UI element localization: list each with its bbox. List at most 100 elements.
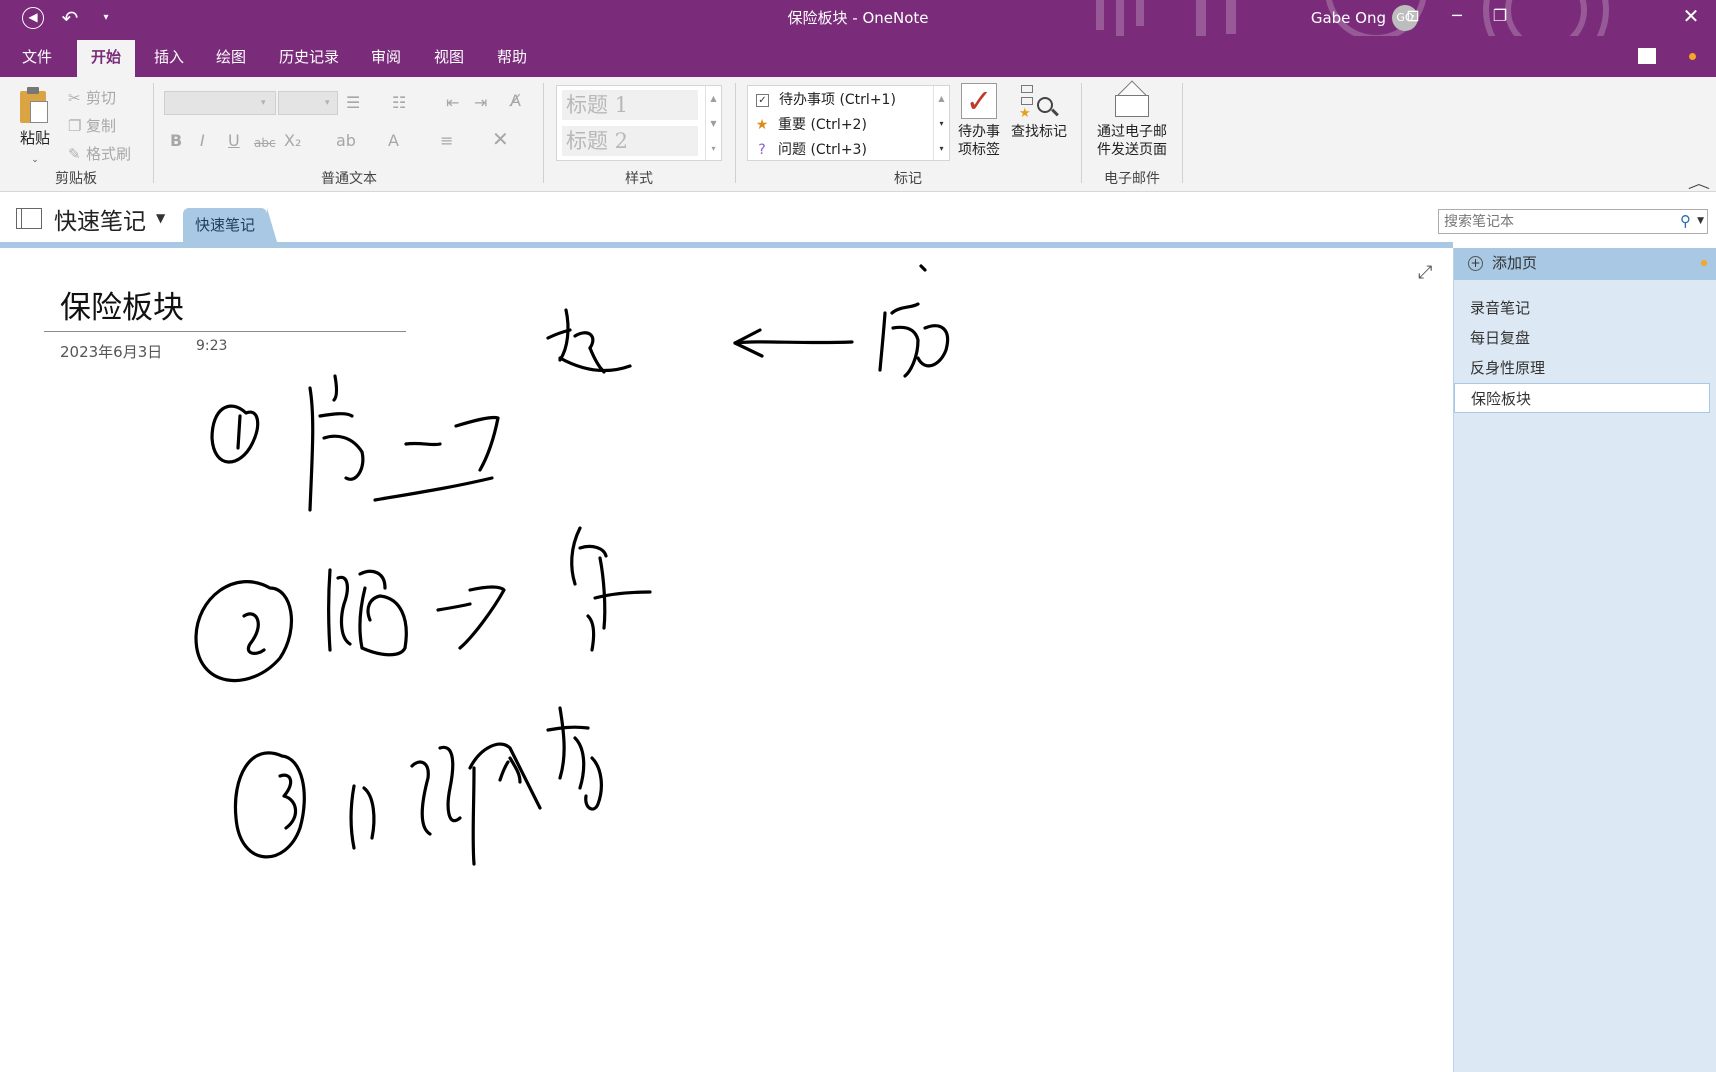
notebook-bar: 快速笔记 ▼ 快速笔记 ⚲ ▼ bbox=[0, 192, 1716, 242]
page-item-voice-notes[interactable]: 录音笔记 bbox=[1454, 293, 1710, 323]
todo-tag-label-1: 待办事 bbox=[958, 124, 1000, 140]
clipboard-group: 粘贴 ⌄ ✂ 剪切 ❐ 复制 ✎ 格式刷 剪贴板 bbox=[0, 81, 152, 192]
basic-text-group-label: 普通文本 bbox=[321, 171, 377, 187]
numbered-list-icon[interactable]: ☷ bbox=[392, 93, 406, 113]
scroll-up-icon[interactable]: ▲ bbox=[934, 86, 949, 111]
page-time: 9:23 bbox=[196, 338, 228, 354]
copy-label: 复制 bbox=[86, 117, 117, 135]
paste-icon bbox=[20, 87, 50, 125]
format-painter-button[interactable]: ✎ 格式刷 bbox=[68, 143, 131, 164]
gallery-more-icon[interactable]: ▾ bbox=[706, 136, 721, 161]
page-date: 2023年6月3日 bbox=[60, 343, 163, 361]
basic-text-group: ▾ ▾ ☰ ☷ ⇤ ⇥ A̸ B I U abc X₂ ab A ≡ ✕ 普通文… bbox=[154, 81, 544, 192]
minimize-icon[interactable]: ─ bbox=[1434, 0, 1480, 36]
underline-icon[interactable]: U bbox=[228, 131, 240, 151]
question-icon: ? bbox=[758, 142, 766, 158]
group-divider bbox=[1182, 83, 1183, 183]
paste-button[interactable]: 粘贴 ⌄ bbox=[16, 87, 54, 166]
chevron-down-icon[interactable]: ▼ bbox=[1697, 216, 1704, 226]
gallery-scroll: ▲ ▾ ▾ bbox=[933, 86, 949, 160]
add-page-label: 添加页 bbox=[1492, 254, 1538, 272]
chevron-down-icon: ⌄ bbox=[31, 155, 39, 165]
ribbon-tab-bar: 文件 开始 插入 绘图 历史记录 审阅 视图 帮助 bbox=[0, 36, 1716, 77]
close-icon[interactable]: ✕ bbox=[1666, 0, 1716, 36]
tag-todo-label: 待办事项 (Ctrl+1) bbox=[779, 92, 896, 108]
cut-label: 剪切 bbox=[86, 89, 117, 107]
expand-icon[interactable]: ⤢ bbox=[1418, 262, 1432, 283]
share-icon[interactable] bbox=[1638, 48, 1656, 64]
notification-dot[interactable] bbox=[1689, 53, 1696, 60]
pages-pane: + 添加页 录音笔记 每日复盘 反身性原理 保险板块 bbox=[1453, 248, 1716, 1072]
todo-tag-button[interactable]: ✓ 待办事 项标签 bbox=[952, 83, 1006, 159]
bullet-list-icon[interactable]: ☰ bbox=[346, 93, 360, 113]
styles-gallery: 标题 1 标题 2 ▲ ▼ ▾ bbox=[556, 85, 722, 161]
tag-todo[interactable]: ✓ 待办事项 (Ctrl+1) bbox=[754, 88, 896, 112]
tag-important[interactable]: ★ 重要 (Ctrl+2) bbox=[754, 113, 867, 137]
font-name-box[interactable] bbox=[164, 91, 276, 115]
search-input[interactable] bbox=[1439, 210, 1669, 233]
font-color-icon[interactable]: A bbox=[388, 131, 399, 151]
search-icon[interactable]: ⚲ bbox=[1680, 212, 1691, 230]
gallery-more-icon[interactable]: ▾ bbox=[934, 136, 949, 161]
tab-view[interactable]: 视图 bbox=[420, 40, 478, 77]
restore-icon[interactable]: ❐ bbox=[1477, 0, 1523, 36]
tab-history[interactable]: 历史记录 bbox=[265, 40, 353, 77]
notebook-icon[interactable] bbox=[16, 208, 42, 229]
add-page-button[interactable]: + 添加页 bbox=[1454, 248, 1716, 280]
tab-review[interactable]: 审阅 bbox=[357, 40, 415, 77]
find-tags-button[interactable]: ★ 查找标记 bbox=[1006, 83, 1072, 141]
subscript-icon[interactable]: X₂ bbox=[284, 131, 301, 151]
style-heading-2[interactable]: 标题 2 bbox=[562, 126, 698, 156]
email-page-button[interactable]: 通过电子邮 件发送页面 bbox=[1090, 80, 1174, 159]
tab-home[interactable]: 开始 bbox=[77, 40, 136, 77]
notification-dot bbox=[1701, 260, 1707, 266]
chevron-down-icon: ▾ bbox=[261, 98, 266, 108]
bold-icon[interactable]: B bbox=[170, 131, 182, 151]
scissors-icon: ✂ bbox=[68, 89, 81, 107]
user-name[interactable]: Gabe Ong bbox=[1311, 0, 1386, 36]
scroll-up-icon[interactable]: ▲ bbox=[706, 86, 721, 111]
highlight-icon[interactable]: ab bbox=[336, 131, 356, 151]
checkbox-icon: ✓ bbox=[756, 93, 769, 107]
page-item-daily-review[interactable]: 每日复盘 bbox=[1454, 323, 1710, 353]
tag-question[interactable]: ? 问题 (Ctrl+3) bbox=[754, 138, 867, 162]
brush-icon: ✎ bbox=[68, 145, 81, 163]
clear-formatting-icon[interactable]: A̸ bbox=[510, 91, 521, 111]
page-canvas[interactable]: ⤢ 保险板块 2023年6月3日 9:23 bbox=[0, 248, 1453, 1072]
email-label-2: 件发送页面 bbox=[1097, 142, 1167, 158]
tab-file[interactable]: 文件 bbox=[8, 40, 66, 77]
scroll-down-icon[interactable]: ▾ bbox=[934, 111, 949, 136]
email-group-label: 电子邮件 bbox=[1104, 171, 1160, 187]
delete-icon[interactable]: ✕ bbox=[492, 129, 509, 149]
notebook-name[interactable]: 快速笔记 bbox=[54, 202, 146, 236]
italic-icon[interactable]: I bbox=[200, 131, 205, 151]
align-icon[interactable]: ≡ bbox=[440, 131, 453, 151]
tab-insert[interactable]: 插入 bbox=[140, 40, 198, 77]
scroll-down-icon[interactable]: ▼ bbox=[706, 111, 721, 136]
indent-icon[interactable]: ⇥ bbox=[474, 93, 487, 113]
page-item-insurance[interactable]: 保险板块 bbox=[1454, 383, 1710, 413]
ribbon: 粘贴 ⌄ ✂ 剪切 ❐ 复制 ✎ 格式刷 剪贴板 ▾ ▾ ☰ ☷ ⇤ ⇥ A̸ B I… bbox=[0, 77, 1716, 192]
clipboard-group-label: 剪贴板 bbox=[55, 171, 97, 187]
styles-group-label: 样式 bbox=[625, 171, 653, 187]
tab-draw[interactable]: 绘图 bbox=[202, 40, 260, 77]
star-icon: ★ bbox=[755, 117, 769, 133]
tags-gallery: ✓ 待办事项 (Ctrl+1) ★ 重要 (Ctrl+2) ? 问题 (Ctrl+3)… bbox=[747, 85, 950, 161]
page-item-reflexivity[interactable]: 反身性原理 bbox=[1454, 353, 1710, 383]
tab-help[interactable]: 帮助 bbox=[483, 40, 541, 77]
tag-question-label: 问题 (Ctrl+3) bbox=[778, 142, 867, 158]
style-heading-1[interactable]: 标题 1 bbox=[562, 90, 698, 120]
copy-button[interactable]: ❐ 复制 bbox=[68, 115, 116, 136]
collapse-ribbon-icon[interactable]: ︿ bbox=[1688, 173, 1710, 193]
strikethrough-icon[interactable]: abc bbox=[254, 133, 276, 153]
chevron-down-icon[interactable]: ▼ bbox=[156, 211, 165, 225]
page-title[interactable]: 保险板块 bbox=[60, 282, 184, 327]
copy-icon: ❐ bbox=[68, 117, 82, 135]
format-painter-label: 格式刷 bbox=[86, 145, 132, 163]
cut-button[interactable]: ✂ 剪切 bbox=[68, 87, 116, 108]
outdent-icon[interactable]: ⇤ bbox=[446, 93, 459, 113]
title-underline bbox=[44, 331, 406, 332]
section-tab[interactable]: 快速笔记 bbox=[183, 208, 278, 242]
email-label-1: 通过电子邮 bbox=[1097, 124, 1167, 140]
ribbon-display-options-icon[interactable]: ⊡ bbox=[1390, 0, 1436, 36]
